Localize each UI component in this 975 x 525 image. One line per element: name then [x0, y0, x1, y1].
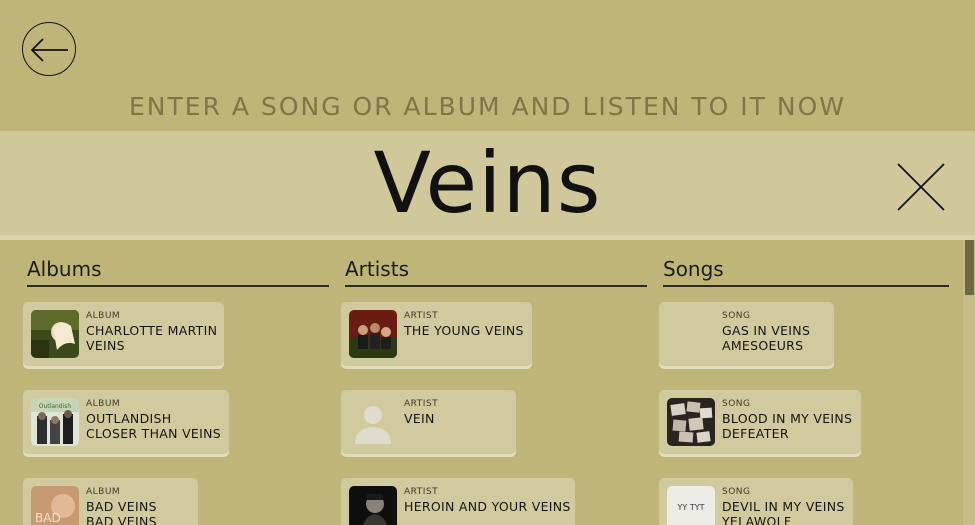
- song-artist: DEFEATER: [722, 426, 789, 441]
- songs-header: Songs: [663, 257, 724, 281]
- close-icon: [897, 163, 945, 211]
- albums-header: Albums: [27, 257, 102, 281]
- album-title: OUTLANDISH: [86, 411, 172, 426]
- song-card[interactable]: YY TYT SONG DEVIL IN MY VEINS YELAWOLF: [659, 478, 853, 525]
- result-type: SONG: [722, 399, 751, 409]
- album-title: BAD VEINS: [86, 499, 157, 514]
- result-type: ALBUM: [86, 487, 121, 497]
- results-area: Albums ALBUM CHARLOTTE MARTIN VEINS Outl…: [0, 240, 963, 525]
- album-cover: [31, 310, 79, 358]
- songs-column: Songs SONG GAS IN VEINS AMESOEURS SONG B…: [659, 240, 949, 525]
- search-input[interactable]: Veins: [0, 131, 975, 235]
- artist-photo: [349, 486, 397, 525]
- song-title: GAS IN VEINS: [722, 323, 811, 338]
- artist-name: VEIN: [404, 411, 435, 426]
- result-type: ARTIST: [404, 487, 439, 497]
- albums-column: Albums ALBUM CHARLOTTE MARTIN VEINS Outl…: [23, 240, 329, 525]
- song-card[interactable]: SONG GAS IN VEINS AMESOEURS: [659, 302, 834, 366]
- artist-card[interactable]: ARTIST THE YOUNG VEINS: [341, 302, 532, 366]
- song-card[interactable]: SONG BLOOD IN MY VEINS DEFEATER: [659, 390, 861, 454]
- song-artist: YELAWOLF: [722, 514, 792, 525]
- album-cover: Outlandish: [31, 398, 79, 446]
- back-button[interactable]: [22, 22, 76, 76]
- result-type: SONG: [722, 487, 751, 497]
- arrow-left-icon: [30, 38, 68, 62]
- album-card[interactable]: BAD ALBUM BAD VEINS BAD VEINS: [23, 478, 198, 525]
- artists-header: Artists: [345, 257, 409, 281]
- artists-divider: [345, 285, 647, 287]
- result-type: ALBUM: [86, 399, 121, 409]
- result-type: ARTIST: [404, 399, 439, 409]
- results-scrollbar[interactable]: [963, 240, 975, 525]
- album-card[interactable]: ALBUM CHARLOTTE MARTIN VEINS: [23, 302, 224, 366]
- app-root: ENTER A SONG OR ALBUM AND LISTEN TO IT N…: [0, 0, 975, 525]
- album-card[interactable]: Outlandish ALBUM OUTLANDISH CLOSER THAN …: [23, 390, 229, 454]
- song-title: BLOOD IN MY VEINS: [722, 411, 853, 426]
- album-title: CHARLOTTE MARTIN: [86, 323, 218, 338]
- result-type: SONG: [722, 311, 751, 321]
- search-band: Veins: [0, 131, 975, 235]
- artist-card[interactable]: ARTIST VEIN: [341, 390, 516, 454]
- artists-column: Artists ARTIST THE YOUNG VEINS ARTIST VE…: [341, 240, 647, 525]
- album-cover: BAD: [31, 486, 79, 525]
- song-cover: [667, 398, 715, 446]
- album-cover-text: Outlandish: [39, 403, 72, 410]
- artist-photo: [349, 310, 397, 358]
- album-artist: BAD VEINS: [86, 514, 157, 525]
- song-cover: YY TYT: [667, 486, 715, 525]
- album-artist: VEINS: [86, 338, 125, 353]
- result-type: ARTIST: [404, 311, 439, 321]
- person-silhouette-icon: [349, 398, 397, 446]
- song-title: DEVIL IN MY VEINS: [722, 499, 845, 514]
- result-type: ALBUM: [86, 311, 121, 321]
- artist-name: HEROIN AND YOUR VEINS: [404, 499, 571, 514]
- artist-name: THE YOUNG VEINS: [404, 323, 524, 338]
- search-prompt: ENTER A SONG OR ALBUM AND LISTEN TO IT N…: [129, 92, 846, 121]
- song-artist: AMESOEURS: [722, 338, 804, 353]
- clear-search-button[interactable]: [896, 162, 946, 212]
- artist-card[interactable]: ARTIST HEROIN AND YOUR VEINS: [341, 478, 575, 525]
- album-cover-text: BAD: [35, 511, 61, 525]
- songs-divider: [663, 285, 949, 287]
- albums-divider: [27, 285, 329, 287]
- scrollbar-thumb[interactable]: [965, 240, 974, 295]
- song-cover-text: YY TYT: [677, 503, 705, 512]
- album-artist: CLOSER THAN VEINS: [86, 426, 222, 441]
